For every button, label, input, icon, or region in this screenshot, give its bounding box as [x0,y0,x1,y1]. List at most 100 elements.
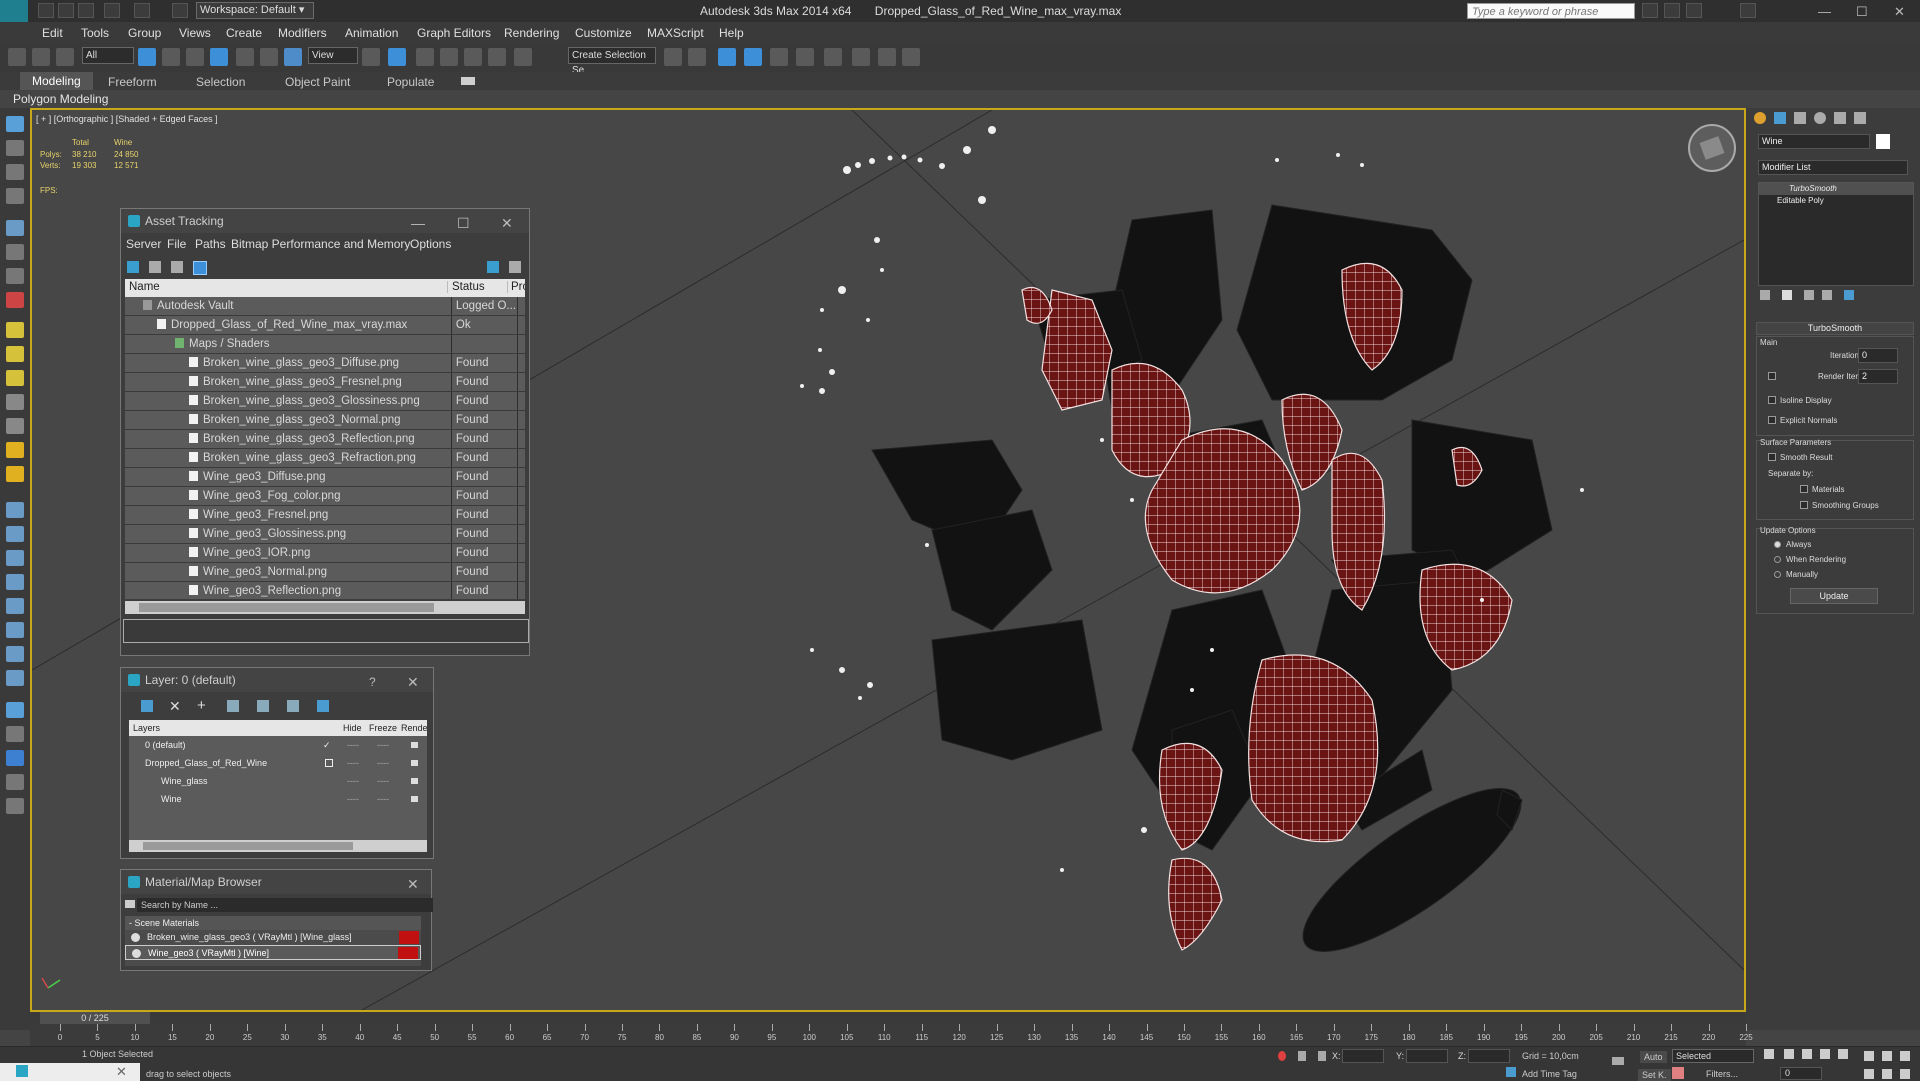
remove-modifier-icon[interactable] [1822,290,1832,300]
tab-freeform[interactable]: Freeform [108,75,157,89]
unlink-icon[interactable] [32,48,50,66]
tree-icon[interactable] [6,622,24,638]
table-row[interactable]: Wine_geo3_Fog_color.png Found [125,486,525,506]
list-item-selected[interactable]: Wine_geo3 ( VRayMtl ) [Wine] [125,945,421,960]
globe-icon[interactable] [6,702,24,718]
maxscript-icon[interactable] [16,1065,28,1077]
render-teapot-icon[interactable] [411,796,418,802]
table-view-icon[interactable] [193,261,207,275]
absolute-mode-icon[interactable] [1318,1051,1326,1061]
dynamics-icon[interactable] [6,574,24,590]
percent-snap-icon[interactable] [464,48,482,66]
rect-select-icon[interactable] [186,48,204,66]
pan-icon[interactable] [1882,1069,1892,1079]
object-name-input[interactable]: Wine [1758,134,1870,149]
hierarchy-tab-icon[interactable] [1794,112,1806,124]
polygon-modeling-label[interactable]: Polygon Modeling [13,92,108,106]
mirror-icon[interactable] [664,48,682,66]
scrollbar-thumb[interactable] [139,603,434,612]
layer-freeze[interactable]: ---- [377,790,389,808]
help-icon[interactable]: ? [369,670,376,694]
turbosmooth-rollout[interactable]: TurboSmooth [1756,322,1914,335]
search-input[interactable]: Type a keyword or phrase [1467,3,1635,19]
schematic-view-icon[interactable] [796,48,814,66]
list-item[interactable]: Broken_wine_glass_geo3 ( VRayMtl ) [Wine… [125,930,421,945]
menu-edit[interactable]: Edit [42,26,63,40]
table-row[interactable]: Broken_wine_glass_geo3_Refraction.png Fou… [125,448,525,468]
render-iters-spinner[interactable]: 2 [1858,369,1898,384]
snap-icon[interactable] [416,48,434,66]
layer-row[interactable]: Wine_glass ---- ---- [129,772,427,790]
select-object-icon[interactable] [138,48,156,66]
project-folder-icon[interactable] [172,3,188,18]
table-row[interactable]: Wine_geo3_IOR.png Found [125,543,525,563]
utilities-icon[interactable] [6,774,24,790]
asset-path-field[interactable] [123,619,529,643]
fov-icon[interactable] [1864,1069,1874,1079]
menu-modifiers[interactable]: Modifiers [278,26,327,40]
render-teapot-icon[interactable] [411,760,418,766]
col-pro[interactable]: Pro [507,281,525,293]
open-file-icon[interactable] [58,3,74,18]
asset-tracking-titlebar[interactable]: Asset Tracking — ☐ ✕ [121,209,529,233]
pin-stack-icon[interactable] [1760,290,1770,300]
scrollbar-thumb[interactable] [143,842,353,850]
save-icon[interactable] [78,3,94,18]
list-view-icon[interactable] [149,261,161,273]
track-bar[interactable]: 0 5 10 15 20 25 30 35 40 45 50 55 60 65 70 75 80 85 90 95 10… [30,1024,1753,1046]
close-icon[interactable]: ✕ [407,670,419,694]
menu-graph-editors[interactable]: Graph Editors [417,26,491,40]
align-icon[interactable] [688,48,706,66]
isoline-checkbox[interactable] [1768,396,1776,404]
layer-table[interactable]: Layers Hide Freeze Rende 0 (default) ✓ -… [129,720,427,840]
layers-icon[interactable] [6,164,24,180]
set-current-layer-icon[interactable] [325,759,333,767]
maximize-icon[interactable]: ☐ [457,211,470,235]
close-icon[interactable]: ✕ [1894,4,1905,20]
viewport-icon[interactable] [6,116,24,132]
lock-icon[interactable] [1298,1051,1306,1061]
key-filter-dropdown[interactable]: Selected [1672,1049,1754,1063]
star-icon[interactable] [1686,3,1702,18]
menu-maxscript[interactable]: MAXScript [647,26,704,40]
prev-frame-icon[interactable] [1784,1049,1794,1059]
render-teapot-icon[interactable] [902,48,920,66]
when-rendering-radio[interactable] [1774,556,1781,563]
scene-materials-group[interactable]: - Scene Materials [125,916,421,930]
modifier-stack[interactable]: TurboSmooth Editable Poly [1758,182,1914,286]
z-coord-field[interactable] [1468,1049,1510,1063]
motion-tab-icon[interactable] [1814,112,1826,124]
omni-light-icon[interactable] [6,466,24,482]
horizontal-scrollbar[interactable] [125,601,525,614]
configure-sets-icon[interactable] [1844,290,1854,300]
layer-row[interactable]: 0 (default) ✓ ---- ---- [129,736,427,754]
edit-named-selection-icon[interactable] [514,48,532,66]
menu-customize[interactable]: Customize [575,26,632,40]
curve-editor-icon[interactable] [770,48,788,66]
table-row[interactable]: Broken_wine_glass_geo3_Fresnel.png Found [125,372,525,392]
orbit-icon[interactable] [1900,1069,1910,1079]
sun-icon[interactable] [6,442,24,458]
helper-icon[interactable] [6,244,24,260]
menu-options[interactable]: Options [410,237,451,251]
layer-row[interactable]: Dropped_Glass_of_Red_Wine ---- ---- [129,754,427,772]
col-render[interactable]: Rende [401,723,427,733]
table-row[interactable]: Broken_wine_glass_geo3_Reflection.png Fou… [125,429,525,449]
always-radio[interactable] [1774,541,1781,548]
manually-radio[interactable] [1774,571,1781,578]
table-row[interactable]: Wine_geo3_Glossiness.png Found [125,524,525,544]
object-color-swatch[interactable] [1876,134,1890,149]
close-icon[interactable]: ✕ [407,872,419,896]
camera-icon[interactable] [6,220,24,236]
current-frame-field[interactable]: 0 [1780,1067,1822,1080]
layer-titlebar[interactable]: Layer: 0 (default) ? ✕ [121,668,433,692]
layer-hide[interactable]: ---- [347,736,359,754]
tab-populate[interactable]: Populate [387,75,434,89]
play-icon[interactable] [1802,1049,1812,1059]
table-row[interactable]: Wine_geo3_Fresnel.png Found [125,505,525,525]
utilities-tab-icon[interactable] [1854,112,1866,124]
shape-icon[interactable] [6,526,24,542]
auto-key-button[interactable]: Auto [1640,1051,1667,1063]
new-layer-icon[interactable] [141,700,153,712]
select-layer-icon[interactable] [227,700,239,712]
